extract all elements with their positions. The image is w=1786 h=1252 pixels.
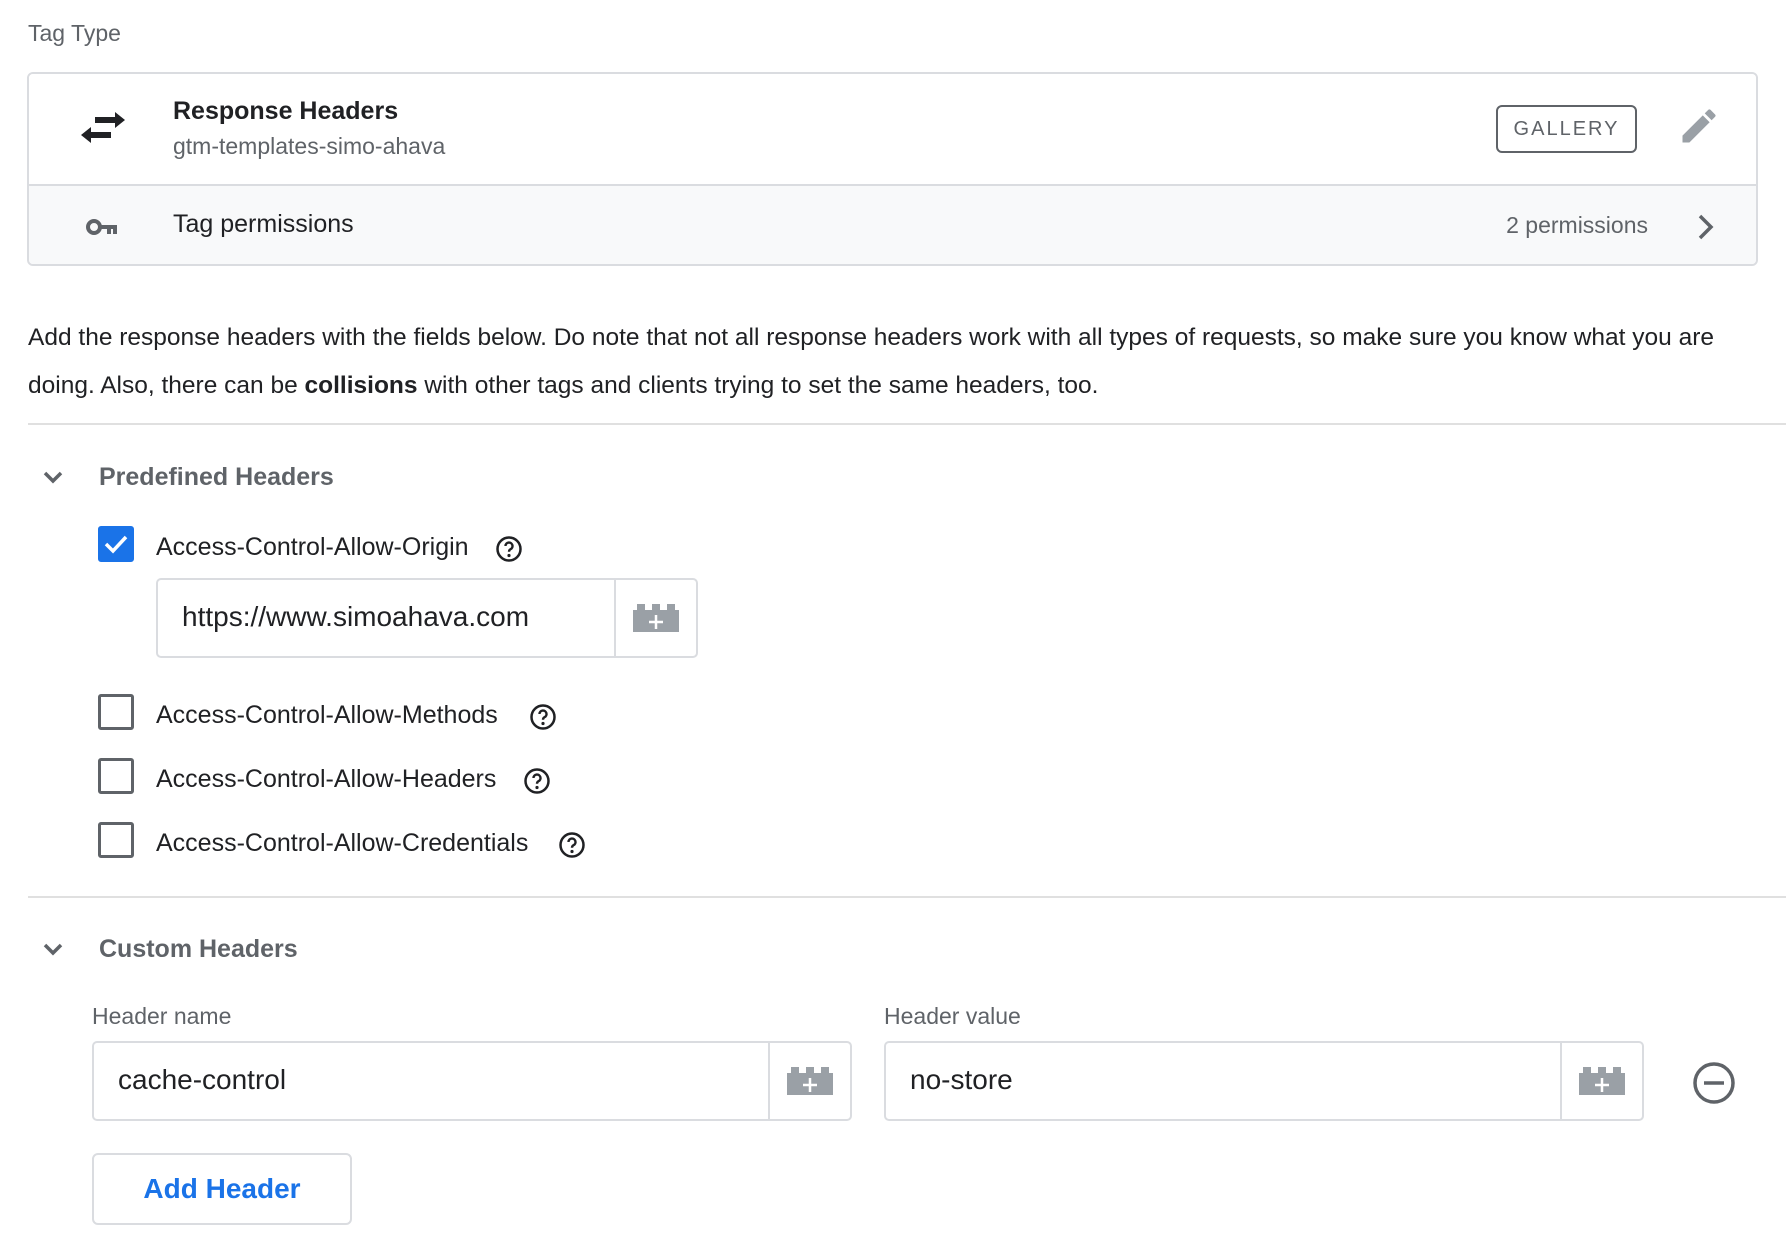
- help-circle-icon[interactable]: [529, 703, 557, 731]
- pencil-icon[interactable]: [1677, 104, 1721, 148]
- variable-brick-icon: [633, 604, 679, 632]
- allow-origin-value[interactable]: https://www.simoahava.com: [182, 601, 529, 633]
- header-name-input[interactable]: cache-control: [118, 1064, 286, 1096]
- remove-circle-icon[interactable]: [1691, 1060, 1737, 1106]
- key-icon: [86, 219, 117, 235]
- help-circle-icon[interactable]: [558, 831, 586, 859]
- template-author: gtm-templates-simo-ahava: [173, 133, 446, 159]
- description-emphasis: collisions: [304, 372, 418, 399]
- variable-picker-button[interactable]: [1560, 1043, 1642, 1119]
- label-allow-methods: Access-Control-Allow-Methods: [156, 701, 498, 729]
- gallery-badge: GALLERY: [1496, 105, 1637, 153]
- header-value-caption: Header value: [884, 1003, 1021, 1029]
- label-allow-origin: Access-Control-Allow-Origin: [156, 533, 469, 561]
- chevron-down-icon[interactable]: [37, 934, 69, 966]
- divider: [28, 896, 1786, 898]
- allow-origin-field[interactable]: https://www.simoahava.com: [156, 578, 698, 658]
- tag-type-card[interactable]: Response Headers gtm-templates-simo-ahav…: [27, 72, 1758, 266]
- checkbox-allow-credentials[interactable]: [98, 822, 134, 858]
- template-name: Response Headers: [173, 97, 399, 125]
- checkbox-allow-origin[interactable]: [98, 526, 134, 562]
- tag-permissions-row[interactable]: Tag permissions 2 permissions: [29, 184, 1756, 264]
- description-text: Add the response headers with the fields…: [28, 314, 1748, 410]
- checkbox-allow-methods[interactable]: [98, 694, 134, 730]
- header-name-field[interactable]: cache-control: [92, 1041, 852, 1121]
- divider: [28, 423, 1786, 425]
- custom-headers-title[interactable]: Custom Headers: [99, 935, 298, 964]
- permissions-count: 2 permissions: [1506, 212, 1648, 238]
- variable-picker-button[interactable]: [768, 1043, 850, 1119]
- label-allow-headers: Access-Control-Allow-Headers: [156, 765, 497, 793]
- predefined-headers-title[interactable]: Predefined Headers: [99, 463, 334, 492]
- tag-permissions-label: Tag permissions: [173, 210, 354, 238]
- chevron-right-icon[interactable]: [1690, 210, 1722, 244]
- help-circle-icon[interactable]: [523, 767, 551, 795]
- tag-type-label: Tag Type: [28, 20, 121, 46]
- checkbox-allow-headers[interactable]: [98, 758, 134, 794]
- header-value-field[interactable]: no-store: [884, 1041, 1644, 1121]
- chevron-down-icon[interactable]: [37, 462, 69, 494]
- description-part-2: with other tags and clients trying to se…: [417, 372, 1099, 399]
- variable-brick-icon: [787, 1067, 833, 1095]
- swap-arrows-icon: [81, 112, 125, 143]
- variable-picker-button[interactable]: [614, 580, 696, 656]
- header-value-input[interactable]: no-store: [910, 1064, 1013, 1096]
- header-name-caption: Header name: [92, 1003, 232, 1029]
- template-row[interactable]: Response Headers gtm-templates-simo-ahav…: [29, 74, 1756, 184]
- variable-brick-icon: [1579, 1067, 1625, 1095]
- label-allow-credentials: Access-Control-Allow-Credentials: [156, 829, 529, 857]
- help-circle-icon[interactable]: [495, 535, 523, 563]
- add-header-button[interactable]: Add Header: [92, 1153, 352, 1225]
